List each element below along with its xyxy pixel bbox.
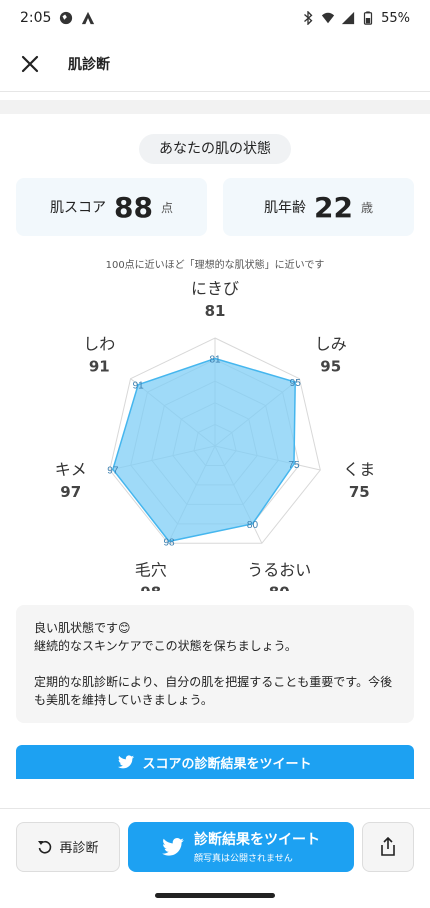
skin-age-unit: 歳	[360, 200, 373, 215]
divider-strip	[0, 100, 430, 114]
twitter-icon	[118, 755, 135, 769]
radar-category-label: くま	[343, 460, 375, 479]
tweet-result-button[interactable]: 診断結果をツイート 顔写真は公開されません	[128, 821, 354, 872]
skin-age-value: 22	[314, 190, 353, 224]
score-row: 肌スコア 88 点 肌年齢 22 歳	[0, 178, 430, 236]
radar-point-label: 81	[209, 355, 221, 366]
tweet-score-button[interactable]: スコアの診断結果をツイート	[16, 745, 414, 779]
globe-icon	[60, 11, 73, 25]
app-bar: 肌診断	[0, 36, 430, 92]
bottom-action-bar: 再診断 診断結果をツイート 顔写真は公開されません	[0, 808, 430, 884]
close-icon	[21, 55, 39, 72]
radar-category-value: 97	[60, 483, 81, 501]
refresh-icon	[38, 840, 52, 854]
radar-category-label: キメ	[55, 460, 87, 479]
radar-category-label: うるおい	[247, 560, 311, 579]
advice-line-1: 良い肌状態です😊	[34, 621, 131, 635]
radar-point-label: 95	[290, 378, 302, 389]
battery-icon	[363, 11, 373, 25]
skin-age-label: 肌年齢	[264, 200, 306, 216]
twitter-icon	[162, 837, 184, 856]
advice-line-3: 定期的な肌診断により、自分の肌を把握することも重要です。今後も美肌を維持していき…	[34, 675, 393, 707]
close-button[interactable]	[2, 36, 58, 92]
tweet-result-label: 診断結果をツイート	[194, 832, 320, 848]
radar-category-value: 81	[205, 302, 226, 320]
advice-message-box: 良い肌状態です😊 継続的なスキンケアでこの状態を保ちましょう。 定期的な肌診断に…	[16, 605, 414, 723]
gesture-nav-bar[interactable]	[155, 893, 275, 898]
radar-point-label: 80	[247, 520, 259, 531]
share-button[interactable]	[362, 821, 414, 872]
radar-point-label: 98	[164, 537, 176, 548]
skin-age-card: 肌年齢 22 歳	[223, 178, 414, 236]
signal-icon	[341, 11, 355, 25]
tweet-result-sublabel: 顔写真は公開されません	[194, 854, 293, 864]
wifi-icon	[321, 12, 335, 24]
radar-category-label: しわ	[83, 335, 115, 354]
radar-point-label: 91	[133, 381, 145, 392]
advice-line-2: 継続的なスキンケアでこの状態を保ちましょう。	[34, 639, 297, 653]
radar-category-label: しみ	[315, 335, 347, 354]
skin-score-value: 88	[114, 190, 153, 224]
result-content[interactable]: あなたの肌の状態 肌スコア 88 点 肌年齢 22 歳 100点に近いほど「理想…	[0, 92, 430, 816]
radar-point-label: 97	[107, 465, 119, 476]
bluetooth-icon	[304, 11, 313, 25]
skin-score-unit: 点	[160, 200, 173, 215]
battery-percent: 55%	[381, 10, 410, 26]
skin-score-card: 肌スコア 88 点	[16, 178, 207, 236]
skin-score-label: 肌スコア	[50, 200, 106, 216]
rediagnose-label: 再診断	[59, 841, 99, 856]
radar-category-value: 95	[320, 358, 341, 376]
app-notification-icon	[82, 11, 95, 25]
status-bar: 2:05 55%	[0, 0, 430, 36]
radar-category-label: にきび	[191, 281, 239, 298]
radar-category-label: 毛穴	[135, 560, 167, 579]
status-time: 2:05	[20, 10, 52, 26]
radar-category-value: 80	[269, 583, 290, 591]
radar-category-value: 91	[89, 358, 110, 376]
section-title: あなたの肌の状態	[139, 134, 291, 164]
rediagnose-button[interactable]: 再診断	[16, 821, 120, 872]
score-note: 100点に近いほど「理想的な肌状態」に近いです	[105, 260, 325, 271]
radar-point-label: 75	[288, 460, 300, 471]
share-icon	[381, 836, 395, 856]
page-title: 肌診断	[68, 56, 110, 73]
tweet-score-label: スコアの診断結果をツイート	[142, 756, 312, 772]
radar-chart: 81 にきび 81 95 しみ 95 75 くま 75 80 うるおい 80 98 毛穴 98 97 キメ 97 9…	[55, 281, 376, 591]
radar-category-value: 98	[140, 583, 161, 591]
radar-category-value: 75	[349, 483, 370, 501]
